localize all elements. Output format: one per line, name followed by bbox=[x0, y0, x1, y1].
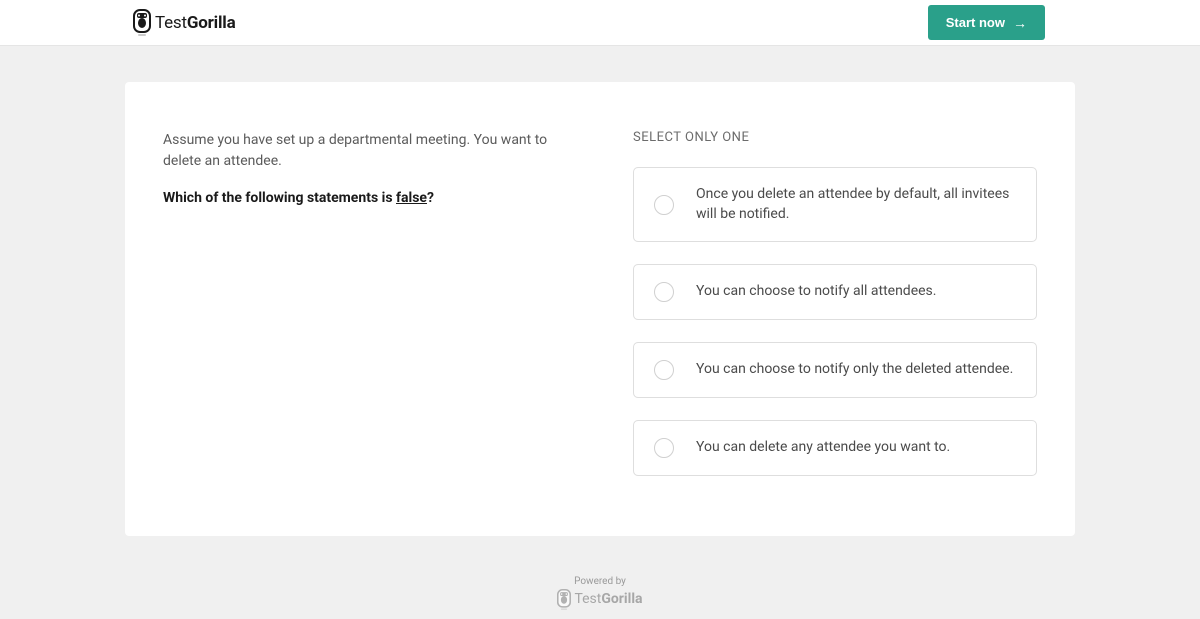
option-text: You can choose to notify all attendees. bbox=[696, 282, 936, 302]
answer-option[interactable]: You can delete any attendee you want to. bbox=[633, 420, 1037, 476]
answer-option[interactable]: You can choose to notify only the delete… bbox=[633, 342, 1037, 398]
footer-brand-text: TestGorilla bbox=[574, 591, 642, 607]
radio-icon bbox=[654, 360, 674, 380]
question-column: Assume you have set up a departmental me… bbox=[163, 130, 563, 476]
footer-brand-logo[interactable]: TestGorilla bbox=[125, 589, 1075, 609]
header: TestGorilla Start now → bbox=[0, 0, 1200, 46]
brand-text: TestGorilla bbox=[155, 13, 235, 33]
brand-logo[interactable]: TestGorilla bbox=[133, 9, 235, 37]
content-area: Assume you have set up a departmental me… bbox=[0, 46, 1200, 619]
radio-icon bbox=[654, 438, 674, 458]
gorilla-icon bbox=[557, 589, 571, 609]
option-text: Once you delete an attendee by default, … bbox=[696, 185, 1016, 224]
radio-icon bbox=[654, 282, 674, 302]
powered-by-label: Powered by bbox=[125, 576, 1075, 587]
select-instruction: SELECT ONLY ONE bbox=[633, 130, 1037, 145]
answers-column: SELECT ONLY ONE Once you delete an atten… bbox=[633, 130, 1037, 476]
arrow-right-icon: → bbox=[1013, 16, 1027, 30]
option-text: You can delete any attendee you want to. bbox=[696, 438, 950, 458]
start-button-label: Start now bbox=[946, 15, 1005, 30]
footer: Powered by TestGorilla bbox=[125, 576, 1075, 619]
start-now-button[interactable]: Start now → bbox=[928, 5, 1045, 40]
answer-option[interactable]: You can choose to notify all attendees. bbox=[633, 264, 1037, 320]
option-text: You can choose to notify only the delete… bbox=[696, 360, 1013, 380]
radio-icon bbox=[654, 195, 674, 215]
question-context: Assume you have set up a departmental me… bbox=[163, 130, 563, 172]
gorilla-icon bbox=[133, 9, 151, 37]
question-card: Assume you have set up a departmental me… bbox=[125, 82, 1075, 536]
question-prompt: Which of the following statements is fal… bbox=[163, 190, 563, 206]
answer-option[interactable]: Once you delete an attendee by default, … bbox=[633, 167, 1037, 242]
